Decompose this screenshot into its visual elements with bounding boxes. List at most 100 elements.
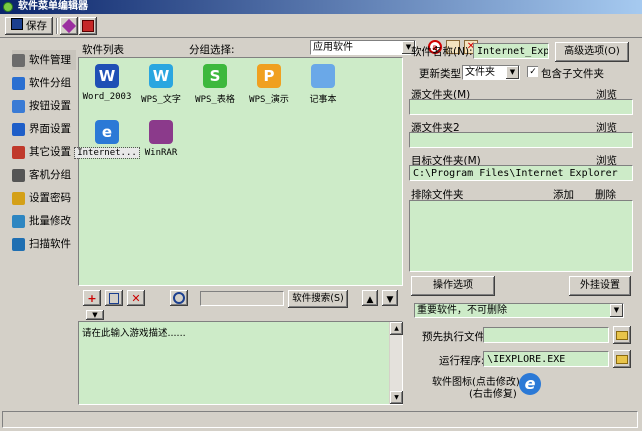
sidebar-item-label: 扫描软件 <box>29 238 71 250</box>
notepad-icon <box>311 64 335 88</box>
move-down-button[interactable]: ▼ <box>382 290 398 306</box>
other-settings-icon <box>12 145 25 159</box>
software-icon-preview[interactable]: e <box>519 373 541 395</box>
list-toolbar: + ✕ 软件搜索(S) ▲ ▼ <box>78 289 403 309</box>
chevron-down-icon[interactable]: ▼ <box>506 66 519 79</box>
sidebar-item-label: 批量修改 <box>29 215 71 227</box>
description-text: 请在此输入游戏描述...... <box>82 328 186 339</box>
copy-software-button[interactable] <box>105 290 123 306</box>
delete-software-button[interactable]: ✕ <box>127 290 145 306</box>
sidebar-item-label: 按钮设置 <box>29 100 71 112</box>
sidebar-item[interactable]: 批量修改 <box>12 211 76 231</box>
sidebar: 软件管理软件分组按钮设置界面设置其它设置客机分组设置密码批量修改扫描软件 <box>2 44 76 404</box>
software-name-label: 软件名称(N): <box>411 46 473 58</box>
sidebar-item-label: 软件分组 <box>29 77 71 89</box>
software-tile-caption: WinRAR <box>144 148 178 158</box>
sidebar-item[interactable]: 扫描软件 <box>12 234 76 254</box>
run-program-input[interactable]: \IEXPLORE.EXE <box>483 351 609 367</box>
software-icon <box>12 53 25 67</box>
source-folder-input[interactable] <box>409 99 633 115</box>
include-subfolders-label: 包含子文件夹 <box>541 68 604 80</box>
word-icon: W <box>95 64 119 88</box>
mount-settings-button[interactable]: 外挂设置 <box>569 276 631 296</box>
wps-writer-icon: W <box>149 64 173 88</box>
sidebar-item-label: 设置密码 <box>29 192 71 204</box>
search-input[interactable] <box>200 291 284 306</box>
scroll-up-button[interactable]: ▲ <box>390 322 403 335</box>
group-select-value: 应用软件 <box>313 42 353 53</box>
importance-select[interactable]: 重要软件，不可删除 ▼ <box>414 303 624 318</box>
magnifier-icon <box>173 292 185 304</box>
toolbar-edit-button[interactable] <box>60 17 78 35</box>
status-bar <box>2 411 638 428</box>
save-label: 保存 <box>26 20 47 32</box>
description-textarea[interactable]: 请在此输入游戏描述...... ▲ ▼ <box>78 321 403 405</box>
purple-edit-icon <box>61 18 77 34</box>
software-search-button[interactable]: 软件搜索(S) <box>288 290 348 308</box>
sidebar-item[interactable]: 界面设置 <box>12 119 76 139</box>
software-list-header: 软件列表 分组选择: 应用软件 ▼ a ✕ <box>78 40 478 56</box>
lock-icon <box>12 191 25 205</box>
title-bar: 软件菜单编辑器 <box>0 0 642 14</box>
run-program-browse-button[interactable] <box>613 350 631 368</box>
search-file-button[interactable] <box>170 290 188 306</box>
exit-icon <box>82 20 94 32</box>
sidebar-item-label: 界面设置 <box>29 123 71 135</box>
update-type-label: 更新类型: <box>419 68 465 80</box>
app-icon <box>3 2 13 12</box>
software-tile-caption: 记事本 <box>309 95 337 105</box>
client-group-icon <box>12 168 25 182</box>
floppy-icon <box>11 18 23 30</box>
pre-exec-browse-button[interactable] <box>613 326 631 344</box>
group-select[interactable]: 应用软件 ▼ <box>310 40 416 55</box>
chevron-down-icon[interactable]: ▼ <box>610 304 623 317</box>
source-folder2-input[interactable] <box>409 132 633 148</box>
sidebar-item-label: 客机分组 <box>29 169 71 181</box>
folder-icon <box>616 355 628 364</box>
pre-exec-input[interactable] <box>483 327 609 343</box>
include-subfolders-checkbox[interactable]: ✓ <box>527 66 538 77</box>
update-type-select[interactable]: 文件夹 ▼ <box>462 65 520 80</box>
group-icon <box>12 76 25 90</box>
software-name-input[interactable]: Internet_Explorer <box>473 43 549 59</box>
description-dropdown-button[interactable]: ▼ <box>86 310 104 320</box>
description-scrollbar[interactable]: ▲ ▼ <box>389 322 403 404</box>
internet-explorer-icon: e <box>95 120 119 144</box>
operation-options-button[interactable]: 操作选项 <box>411 276 495 296</box>
interface-icon <box>12 122 25 136</box>
copy-icon <box>109 293 119 304</box>
wps-sheet-icon: S <box>203 64 227 88</box>
software-icon-hint: (右击修复) <box>469 389 517 400</box>
scroll-down-button[interactable]: ▼ <box>390 391 403 404</box>
sidebar-item-label: 软件管理 <box>29 54 71 66</box>
software-tile[interactable]: 记事本 <box>291 64 355 105</box>
toolbar-separator <box>56 18 58 34</box>
sidebar-item-label: 其它设置 <box>29 146 71 158</box>
software-list-title: 软件列表 <box>82 44 124 56</box>
group-select-label: 分组选择: <box>189 44 235 56</box>
importance-value: 重要软件，不可删除 <box>417 305 507 316</box>
arrow-up-icon: ▲ <box>366 295 374 305</box>
sidebar-item[interactable]: 软件管理 <box>12 50 76 70</box>
save-button[interactable]: 保存 <box>5 17 53 35</box>
add-icon: + <box>87 292 97 305</box>
button-icon <box>12 99 25 113</box>
add-software-button[interactable]: + <box>83 290 101 306</box>
toolbar-exit-button[interactable] <box>79 17 97 35</box>
sidebar-item[interactable]: 软件分组 <box>12 73 76 93</box>
target-folder-input[interactable]: C:\Program Files\Internet Explorer <box>409 165 633 181</box>
sidebar-item[interactable]: 按钮设置 <box>12 96 76 116</box>
advanced-options-button[interactable]: 高级选项(O) <box>555 42 629 62</box>
software-list[interactable]: W Word_2003 W WPS_文字 S WPS_表格 P WPS_演示 记事本 e Inter… <box>74 57 403 286</box>
sidebar-item[interactable]: 设置密码 <box>12 188 76 208</box>
sidebar-item[interactable]: 客机分组 <box>12 165 76 185</box>
update-type-value: 文件夹 <box>465 67 495 78</box>
wps-presentation-icon: P <box>257 64 281 88</box>
software-tile[interactable]: WinRAR <box>129 120 193 158</box>
toolbar: 保存 <box>0 14 642 38</box>
folder-icon <box>616 331 628 340</box>
move-up-button[interactable]: ▲ <box>362 290 378 306</box>
sidebar-item[interactable]: 其它设置 <box>12 142 76 162</box>
exclude-folder-list[interactable] <box>409 200 633 272</box>
arrow-down-icon: ▼ <box>386 295 394 305</box>
